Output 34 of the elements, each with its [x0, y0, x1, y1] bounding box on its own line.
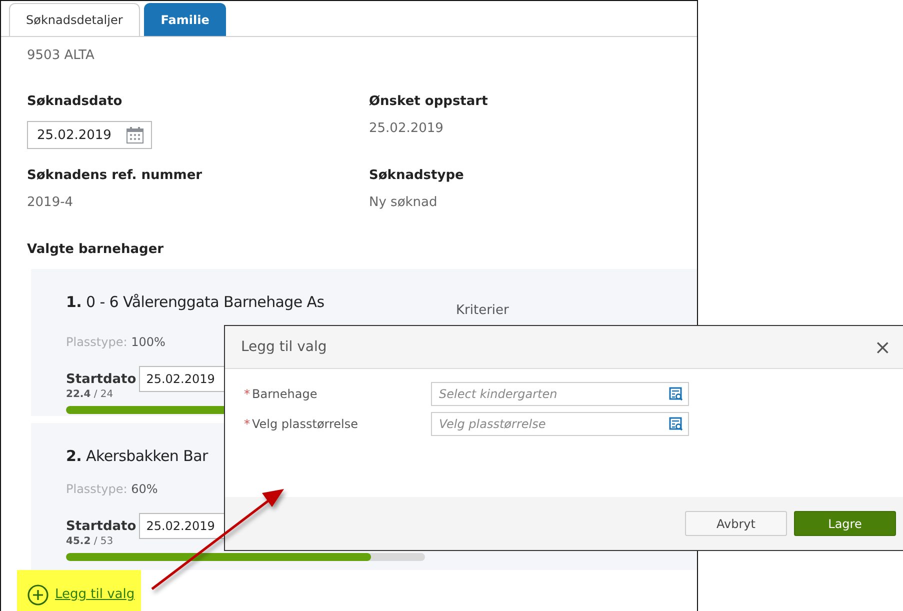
close-button[interactable]: ×	[874, 335, 891, 359]
save-button[interactable]: Lagre	[794, 511, 896, 536]
add-icon[interactable]	[27, 584, 49, 606]
place-type: Plasstype: 60%	[66, 482, 158, 496]
tab[interactable]: Familie	[144, 3, 226, 36]
field-label: Søknadsdato	[27, 94, 122, 109]
criteria-label: Kriterier	[456, 303, 509, 318]
dialog-title: Legg til valg	[241, 339, 327, 355]
field-label: Søknadstype	[369, 168, 464, 183]
field-value: 2019-4	[27, 195, 74, 210]
start-date-label: Startdato	[66, 372, 136, 386]
start-date-label: Startdato	[66, 518, 136, 534]
place-type: Plasstype: 100%	[66, 335, 166, 349]
cancel-button[interactable]: Avbryt	[685, 511, 787, 536]
progress-reading: 45.2 / 53	[66, 536, 114, 547]
lookup-icon[interactable]	[669, 417, 683, 431]
tab[interactable]: Søknadsdetaljer	[9, 3, 140, 36]
lookup-field[interactable]: Velg plasstørrelse	[431, 412, 689, 436]
field-label: * Velg plasstørrelse	[244, 417, 358, 431]
progress-reading: 22.4 / 24	[66, 389, 114, 400]
address-line: 9503 ALTA	[27, 48, 94, 65]
date-field[interactable]: 25.02.2019	[27, 121, 152, 149]
kindergarten-title: 1. 0 - 6 Vålerenggata Barnehage As	[66, 293, 324, 311]
calendar-icon[interactable]	[125, 125, 146, 145]
field-value: 25.02.2019	[369, 121, 444, 136]
field-label: * Barnehage	[244, 387, 318, 401]
section-title: Valgte barnehager	[27, 242, 164, 257]
field-value: Ny søknad	[369, 195, 438, 210]
field-label: Søknadens ref. nummer	[27, 168, 202, 183]
kindergarten-title: 2. Akersbakken Bar	[66, 447, 208, 465]
add-choice-link[interactable]: Legg til valg	[55, 587, 135, 602]
lookup-icon[interactable]	[669, 387, 683, 401]
lookup-field[interactable]: Select kindergarten	[431, 382, 689, 406]
field-label: Ønsket oppstart	[369, 94, 488, 109]
